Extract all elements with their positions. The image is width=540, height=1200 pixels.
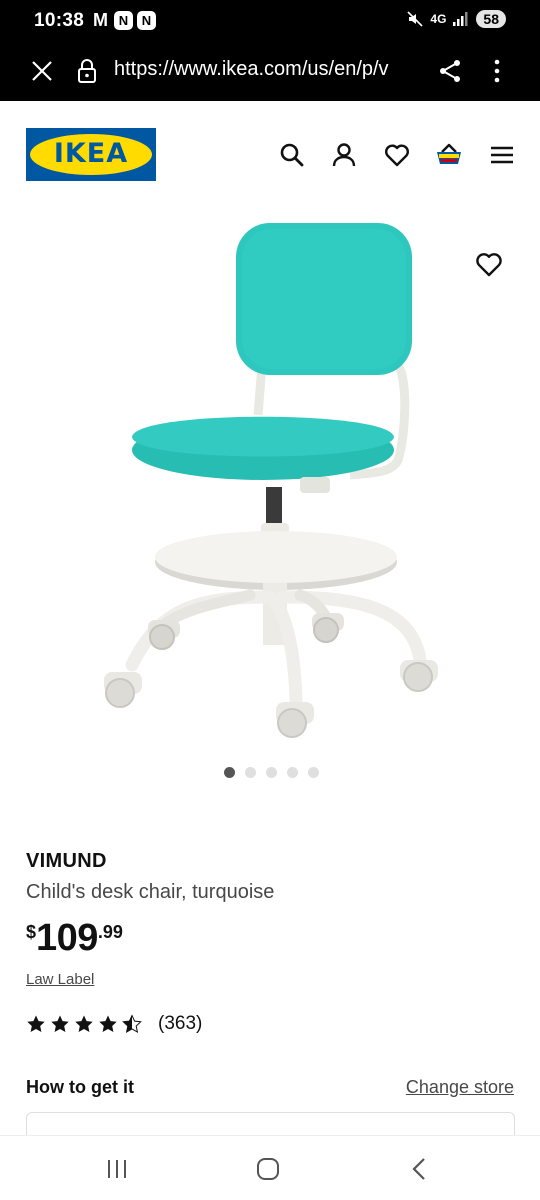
- star-icon: [27, 1015, 45, 1032]
- close-icon[interactable]: [28, 57, 56, 85]
- price-cents: .99: [97, 922, 123, 942]
- mute-icon: [407, 11, 423, 27]
- product-name: VIMUND: [26, 850, 107, 872]
- mail-icon: M: [93, 10, 108, 30]
- half-star-icon: [122, 1014, 142, 1033]
- browser-toolbar: https://www.ikea.com/us/en/p/v: [0, 44, 540, 101]
- rating-stars[interactable]: (363): [26, 1013, 202, 1035]
- search-icon[interactable]: [278, 141, 306, 169]
- notification-icons: M N N: [93, 10, 156, 31]
- more-options-icon[interactable]: [487, 58, 507, 84]
- carousel-dot[interactable]: [266, 767, 277, 778]
- favorites-icon[interactable]: [383, 141, 411, 169]
- home-icon[interactable]: [256, 1157, 280, 1181]
- law-label-link[interactable]: Law Label: [26, 971, 94, 988]
- recent-apps-icon[interactable]: [104, 1158, 130, 1180]
- account-icon[interactable]: [330, 141, 358, 169]
- star-icon: [99, 1015, 117, 1032]
- how-to-get-it-heading: How to get it: [26, 1077, 134, 1097]
- network-type: 4G: [430, 12, 447, 26]
- ikea-logo[interactable]: IKEA: [26, 128, 156, 181]
- product-image[interactable]: [0, 205, 540, 750]
- carousel-dot[interactable]: [308, 767, 319, 778]
- signal-icon: [453, 12, 468, 26]
- site-header: IKEA: [0, 101, 540, 201]
- logo-text: IKEA: [53, 138, 129, 169]
- rating-count: (363): [158, 1013, 203, 1034]
- share-icon[interactable]: [437, 58, 463, 84]
- back-icon[interactable]: [409, 1156, 429, 1182]
- app-notification-icon: N: [137, 11, 156, 30]
- price-currency: $: [26, 922, 37, 942]
- product-description: Child's desk chair, turquoise: [26, 881, 275, 903]
- star-icon: [51, 1015, 69, 1032]
- star-icon: [75, 1015, 93, 1032]
- status-bar: 10:38 M N N 4G 58: [0, 0, 540, 44]
- carousel-dot[interactable]: [287, 767, 298, 778]
- app-notification-icon: N: [114, 11, 133, 30]
- change-store-link[interactable]: Change store: [406, 1077, 514, 1098]
- url-field[interactable]: https://www.ikea.com/us/en/p/v: [114, 58, 424, 81]
- menu-icon[interactable]: [488, 141, 516, 169]
- carousel-dot[interactable]: [245, 767, 256, 778]
- system-navigation-bar: [0, 1135, 540, 1200]
- lock-icon[interactable]: [76, 58, 98, 84]
- price-whole: 109: [36, 917, 98, 959]
- status-time: 10:38: [34, 10, 85, 31]
- cart-icon[interactable]: [435, 141, 463, 169]
- battery-indicator: 58: [476, 10, 506, 28]
- carousel-dot[interactable]: [224, 767, 235, 778]
- product-price: $ 109 .99: [26, 918, 123, 958]
- carousel-dots: [224, 767, 319, 778]
- system-icons: 4G 58: [406, 10, 506, 28]
- add-to-favorites-icon[interactable]: [474, 250, 504, 278]
